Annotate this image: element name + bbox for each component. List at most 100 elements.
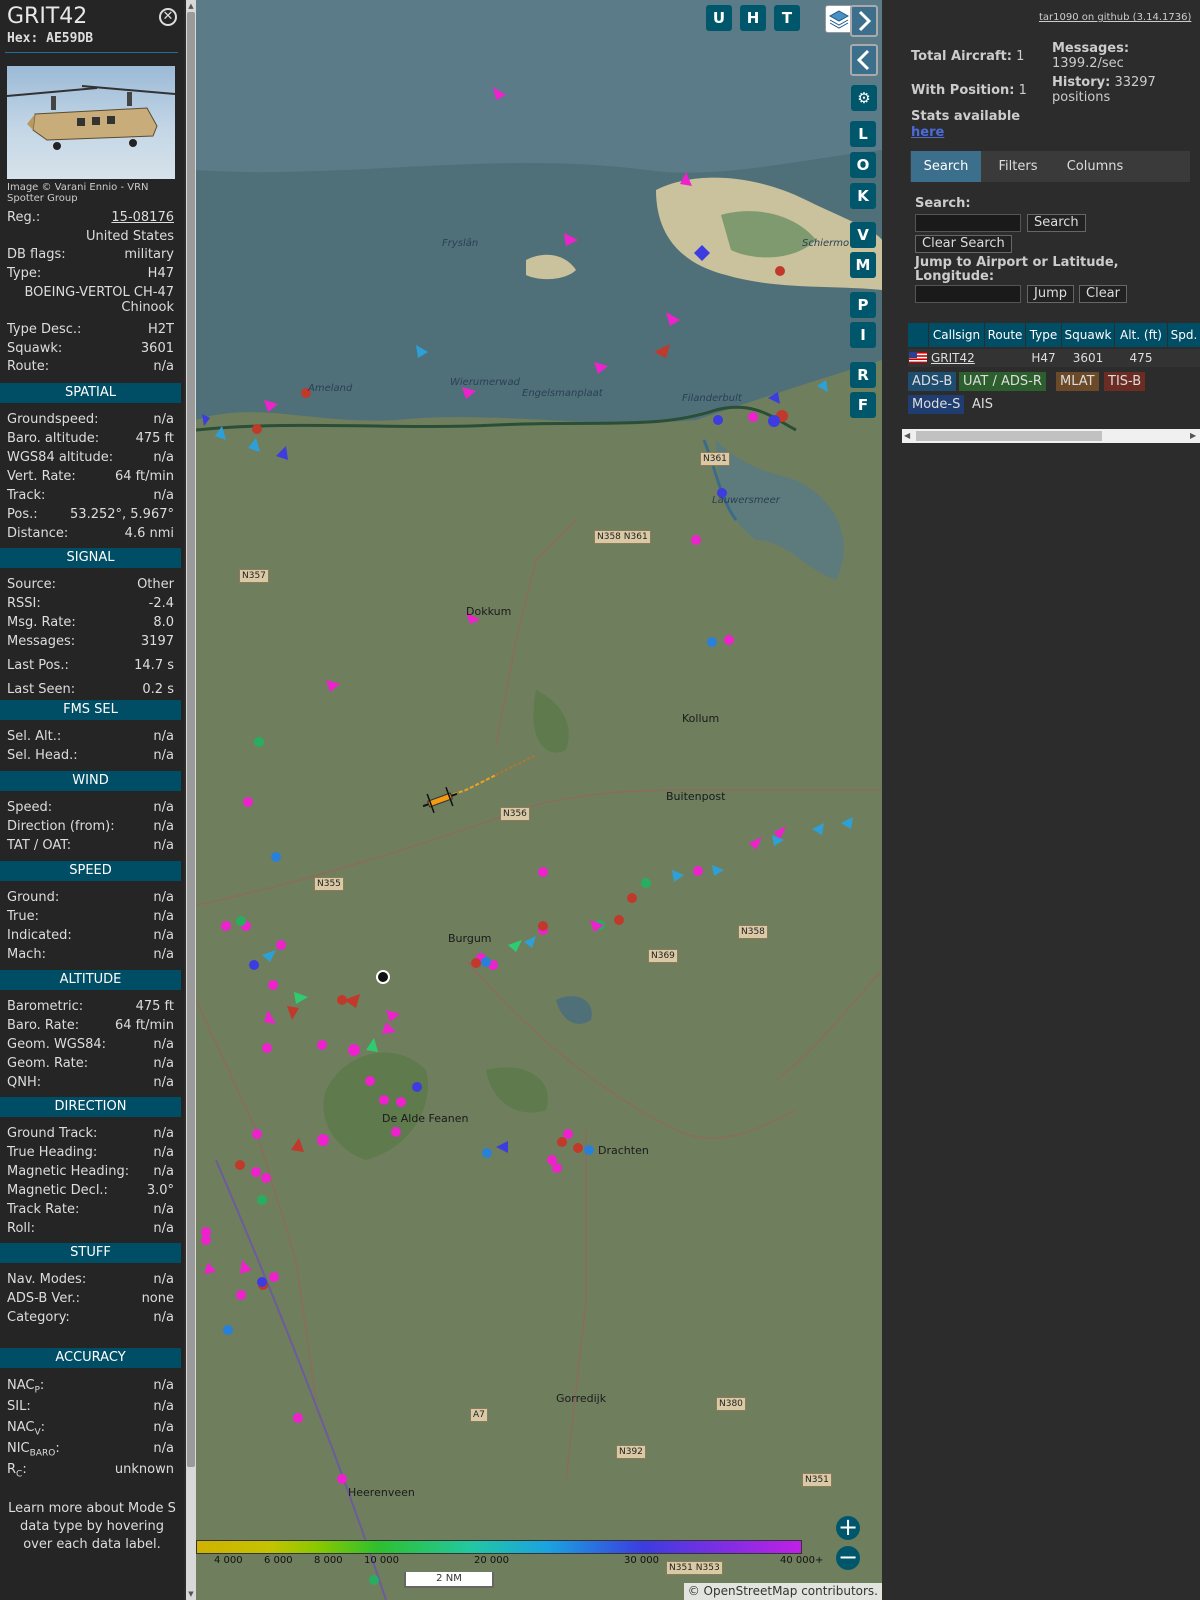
chevron-left-icon[interactable] xyxy=(850,44,878,76)
zoom-out-button[interactable]: − xyxy=(836,1545,860,1570)
wind-label[interactable]: Speed: xyxy=(7,799,52,817)
spatial-label[interactable]: WGS84 altitude: xyxy=(7,449,113,467)
speed-label[interactable]: Mach: xyxy=(7,946,46,964)
map-button-l[interactable]: L xyxy=(850,121,876,147)
tab-search[interactable]: Search xyxy=(911,151,981,182)
signal-label[interactable]: Source: xyxy=(7,576,56,594)
settings-gear-icon[interactable]: ⚙ xyxy=(851,85,877,111)
column-altitude[interactable]: Alt. (ft) xyxy=(1115,323,1167,347)
badge-modes[interactable]: Mode-S xyxy=(908,395,965,414)
column-callsign[interactable]: Callsign xyxy=(929,323,984,347)
accuracy-label[interactable]: NACV: xyxy=(7,1419,45,1442)
speed-label[interactable]: Indicated: xyxy=(7,927,72,945)
badge-ais[interactable]: AIS xyxy=(968,395,997,414)
scroll-up-icon[interactable]: ▲ xyxy=(187,1,195,11)
altitude-label[interactable]: Barometric: xyxy=(7,998,83,1016)
town-label: De Alde Feanen xyxy=(382,1112,469,1125)
scrollbar-thumb[interactable] xyxy=(187,12,195,1467)
map-attribution[interactable]: © OpenStreetMap contributors. xyxy=(683,1583,882,1600)
map-button-t[interactable]: T xyxy=(774,5,800,31)
map-button-r[interactable]: R xyxy=(850,362,876,388)
ais-markers-layer[interactable] xyxy=(196,0,882,1600)
clear-search-button[interactable]: Clear Search xyxy=(915,235,1012,253)
direction-label[interactable]: Magnetic Heading: xyxy=(7,1163,129,1181)
signal-label[interactable]: Messages: xyxy=(7,633,75,651)
wind-label[interactable]: Direction (from): xyxy=(7,818,115,836)
badge-mlat[interactable]: MLAT xyxy=(1056,372,1099,391)
map-button-o[interactable]: O xyxy=(850,152,876,178)
accuracy-label[interactable]: NICBARO: xyxy=(7,1440,60,1463)
column-route[interactable]: Route xyxy=(985,323,1025,347)
spatial-label[interactable]: Baro. altitude: xyxy=(7,430,99,448)
accuracy-label[interactable]: RC: xyxy=(7,1461,27,1484)
accuracy-label[interactable]: NACP: xyxy=(7,1377,44,1400)
signal-label[interactable]: Last Pos.: xyxy=(7,657,69,675)
search-button[interactable]: Search xyxy=(1027,214,1086,232)
signal-label[interactable]: RSSI: xyxy=(7,595,41,613)
table-horizontal-scrollbar[interactable]: ◀ ▶ xyxy=(902,429,1200,443)
scroll-right-icon[interactable]: ▶ xyxy=(1190,429,1198,443)
fms-label[interactable]: Sel. Head.: xyxy=(7,747,78,765)
stats-link[interactable]: here xyxy=(911,125,944,140)
layers-icon[interactable] xyxy=(825,5,853,33)
row-callsign[interactable]: GRIT42 xyxy=(929,349,986,367)
spatial-label[interactable]: Pos.: xyxy=(7,506,38,524)
map-canvas[interactable]: Dokkum Kollum Buitenpost Burgum Drachten Gorr… xyxy=(196,0,882,1600)
direction-label[interactable]: True Heading: xyxy=(7,1144,97,1162)
fms-value: n/a xyxy=(153,729,174,744)
search-input[interactable] xyxy=(915,214,1021,232)
signal-label[interactable]: Last Seen: xyxy=(7,681,75,699)
stuff-label[interactable]: ADS-B Ver.: xyxy=(7,1290,80,1308)
column-speed[interactable]: Spd. xyxy=(1168,323,1200,347)
badge-adsb[interactable]: ADS-B xyxy=(908,372,957,391)
stuff-label[interactable]: Nav. Modes: xyxy=(7,1271,86,1289)
badge-tisb[interactable]: TIS-B xyxy=(1104,372,1146,391)
zoom-in-button[interactable]: + xyxy=(836,1515,860,1540)
altitude-label[interactable]: QNH: xyxy=(7,1074,41,1092)
spatial-label[interactable]: Track: xyxy=(7,487,45,505)
altitude-row: Barometric: 475 ft xyxy=(7,998,174,1016)
altitude-label[interactable]: Baro. Rate: xyxy=(7,1017,79,1035)
horizontal-scrollbar-thumb[interactable] xyxy=(916,431,1102,441)
direction-label[interactable]: Roll: xyxy=(7,1220,35,1238)
jump-button[interactable]: Jump xyxy=(1027,285,1074,303)
map-button-i[interactable]: I xyxy=(850,322,876,348)
map-button-f[interactable]: F xyxy=(850,392,876,418)
speed-label[interactable]: Ground: xyxy=(7,889,59,907)
spatial-label[interactable]: Vert. Rate: xyxy=(7,468,76,486)
column-squawk[interactable]: Squawk xyxy=(1062,323,1114,347)
wind-label[interactable]: TAT / OAT: xyxy=(7,837,71,855)
fms-label[interactable]: Sel. Alt.: xyxy=(7,728,61,746)
column-type[interactable]: Type xyxy=(1026,323,1061,347)
altitude-label[interactable]: Geom. Rate: xyxy=(7,1055,88,1073)
jump-input[interactable] xyxy=(915,285,1021,303)
chevron-right-icon[interactable] xyxy=(850,5,878,37)
scroll-down-icon[interactable]: ▼ xyxy=(187,1589,195,1599)
close-icon[interactable]: ✕ xyxy=(159,8,177,26)
altitude-label[interactable]: Geom. WGS84: xyxy=(7,1036,106,1054)
map-button-v[interactable]: V xyxy=(850,222,876,248)
spatial-label[interactable]: Distance: xyxy=(7,525,68,543)
speed-label[interactable]: True: xyxy=(7,908,39,926)
clear-button[interactable]: Clear xyxy=(1079,285,1127,303)
direction-label[interactable]: Ground Track: xyxy=(7,1125,97,1143)
direction-label[interactable]: Track Rate: xyxy=(7,1201,79,1219)
map-button-u[interactable]: U xyxy=(706,5,732,31)
accuracy-label[interactable]: SIL: xyxy=(7,1398,31,1416)
github-link[interactable]: tar1090 on github (3.14.1736) xyxy=(1039,12,1191,23)
scroll-left-icon[interactable]: ◀ xyxy=(904,429,912,443)
aircraft-photo[interactable] xyxy=(7,66,175,179)
info-panel-scrollbar[interactable]: ▲ ▼ xyxy=(186,0,196,1600)
signal-label[interactable]: Msg. Rate: xyxy=(7,614,76,632)
registration-link[interactable]: 15-08176 xyxy=(111,209,174,227)
badge-uat[interactable]: UAT / ADS-R xyxy=(959,372,1046,391)
stuff-label[interactable]: Category: xyxy=(7,1309,70,1327)
tab-columns[interactable]: Columns xyxy=(1055,151,1135,182)
tab-filters[interactable]: Filters xyxy=(984,151,1052,182)
map-button-p[interactable]: P xyxy=(850,292,876,318)
map-button-h[interactable]: H xyxy=(740,5,766,31)
map-button-m[interactable]: M xyxy=(850,252,876,278)
spatial-label[interactable]: Groundspeed: xyxy=(7,411,98,429)
direction-label[interactable]: Magnetic Decl.: xyxy=(7,1182,108,1200)
map-button-k[interactable]: K xyxy=(850,183,876,209)
